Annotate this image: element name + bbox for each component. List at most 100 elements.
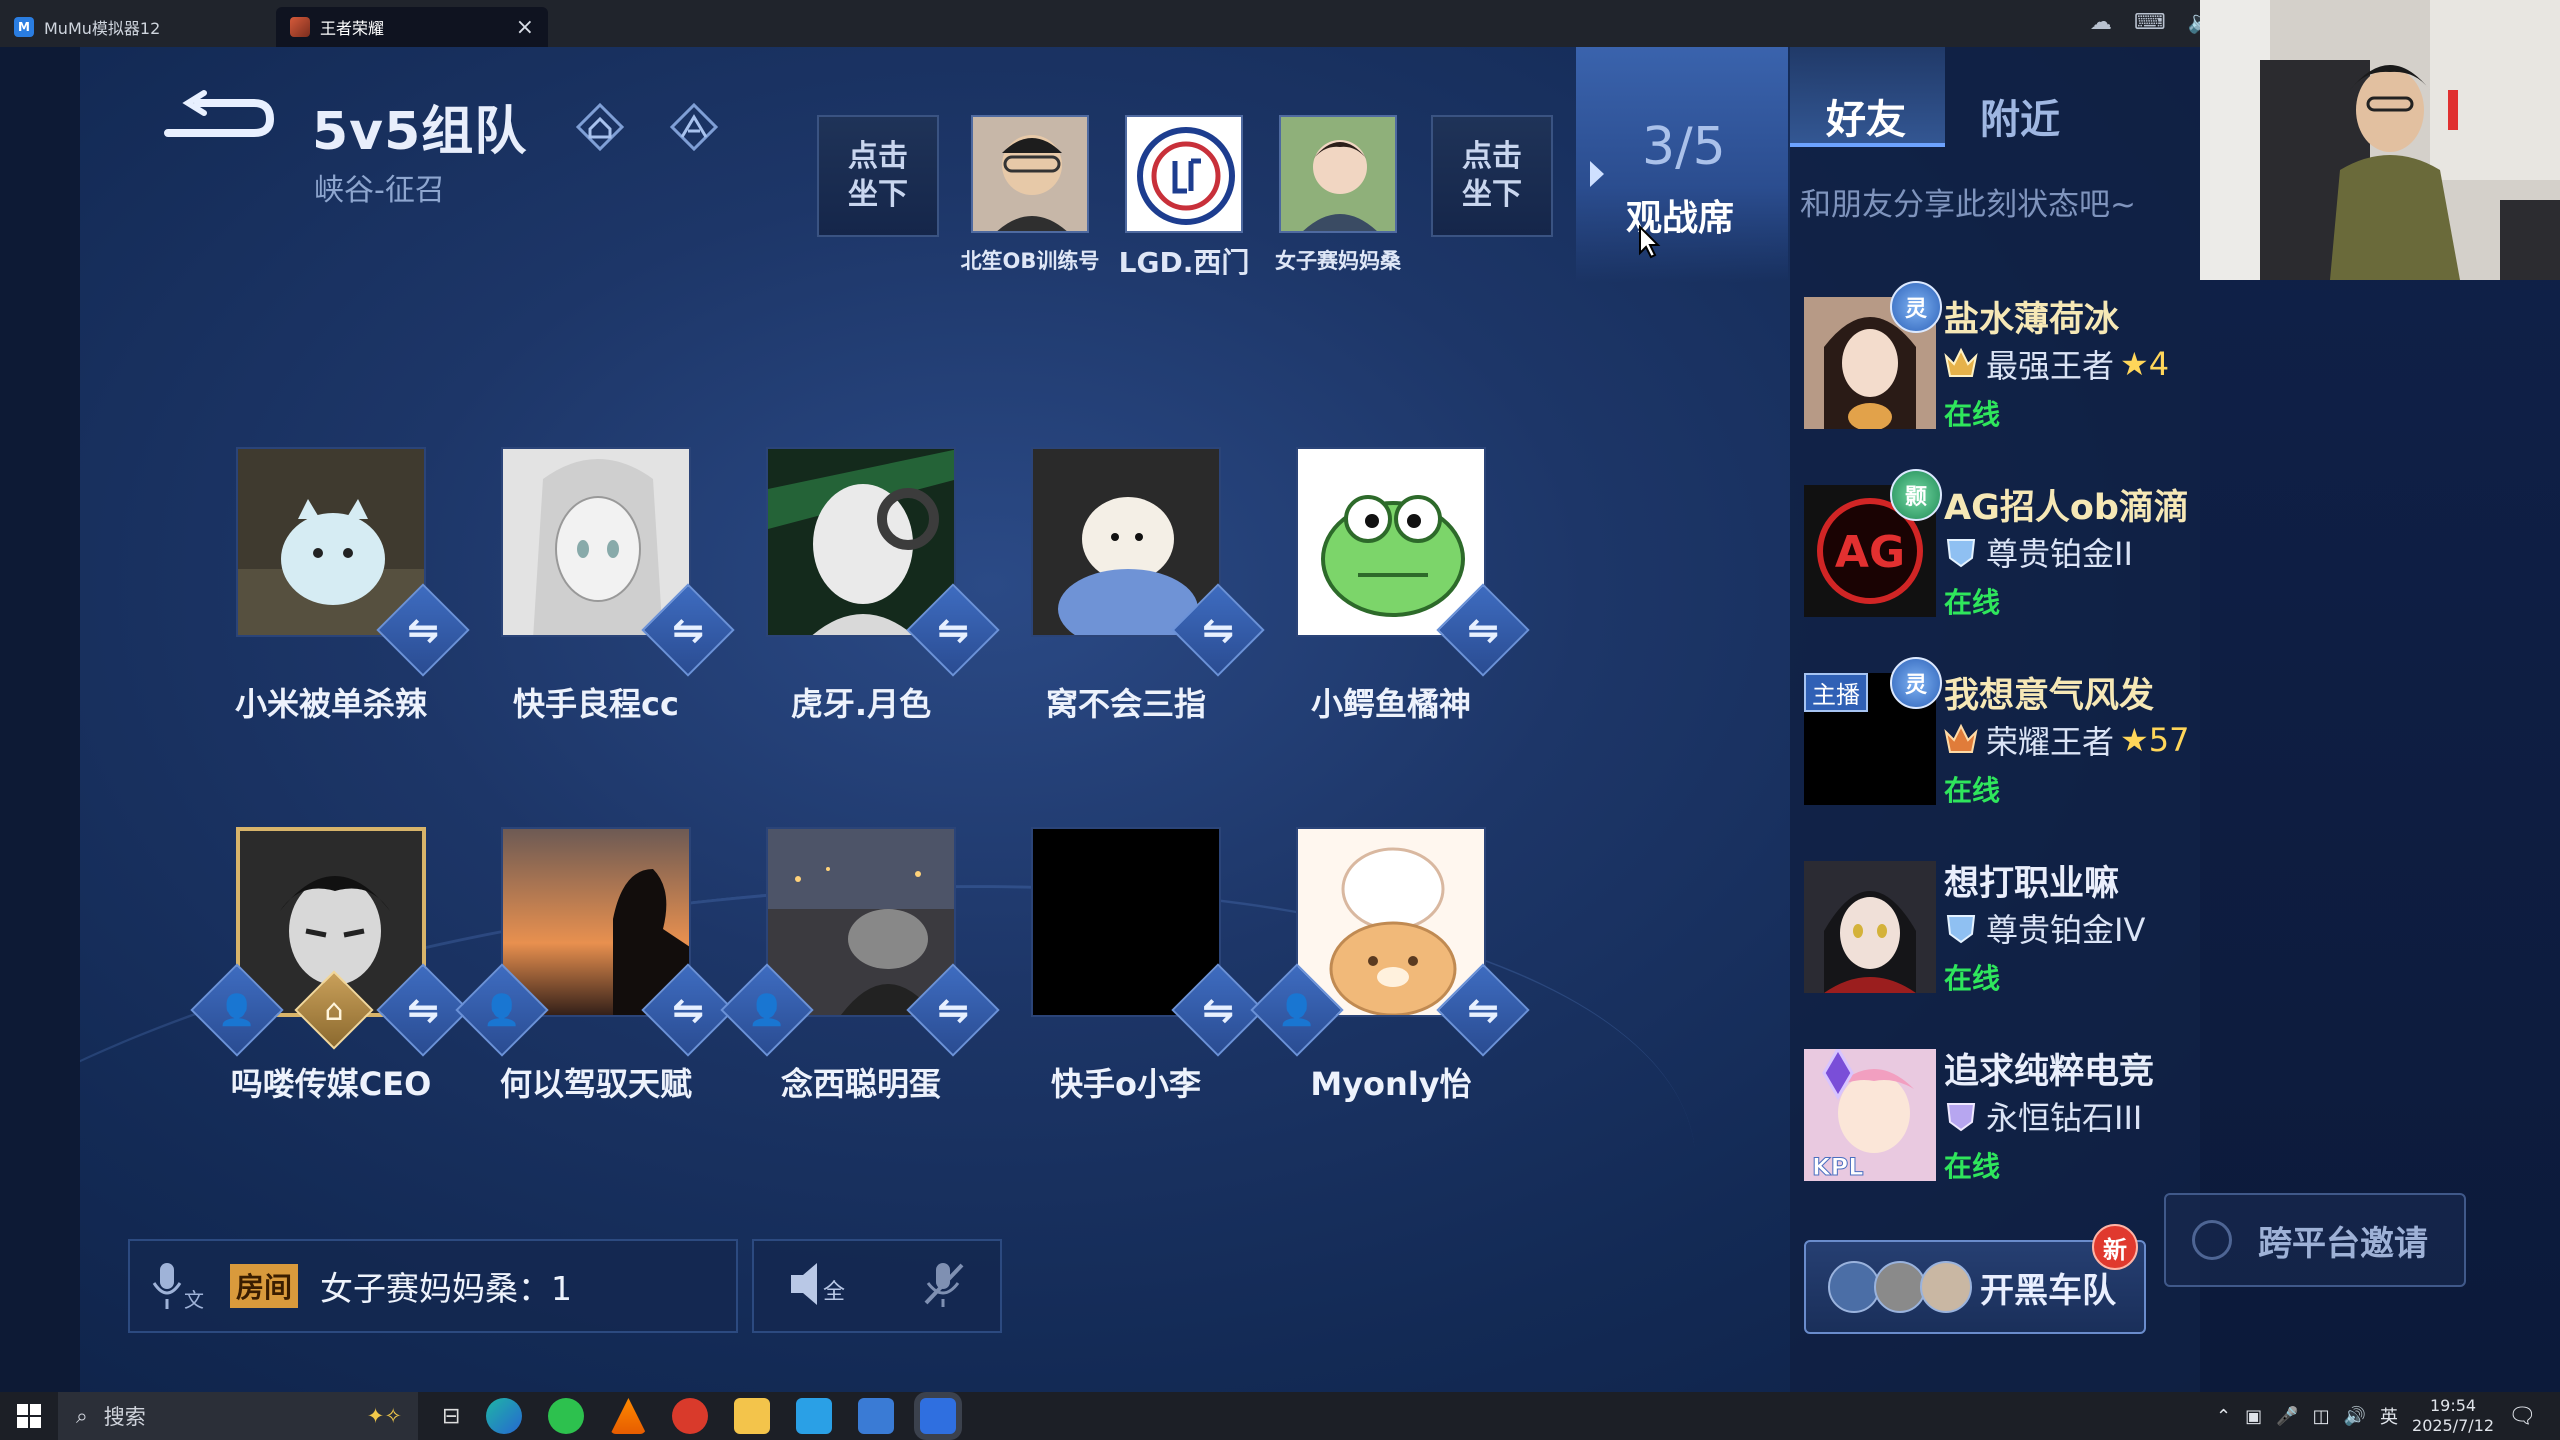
ime-indicator[interactable]: 英 (2380, 1403, 2398, 1429)
online-status: 在线 (1944, 398, 2001, 431)
swap-icon: ⇋ (407, 608, 439, 652)
start-button[interactable] (0, 1404, 58, 1428)
swap-icon: ⇋ (1202, 608, 1234, 652)
speaker-all-icon[interactable]: 全 (787, 1259, 853, 1313)
tab-emulator-label: MuMu模拟器12 (44, 19, 161, 38)
player-name: 女子赛妈妈桑 (1275, 249, 1401, 273)
taskbar-search[interactable]: ⌕ 搜索 ✦✧ (58, 1392, 418, 1440)
player-name: 北笙OB训练号 (960, 249, 1100, 273)
rank-platinum-icon (1946, 539, 1976, 568)
add-friend-icon: 👤 (483, 992, 521, 1028)
notification-icon[interactable]: 🗨 (2508, 1404, 2536, 1429)
new-badge: 新 (2092, 1224, 2138, 1270)
avatar (971, 115, 1089, 233)
team-mode-icon[interactable] (664, 97, 724, 157)
windows-icon (17, 1404, 41, 1428)
vlc-icon[interactable] (610, 1398, 647, 1434)
network-icon[interactable]: ▣ (2245, 1406, 2262, 1427)
page-subtitle: 峡谷-征召 (314, 173, 445, 208)
friend-rank: 尊贵铂金II (1942, 529, 2133, 575)
back-button[interactable] (158, 89, 276, 149)
tab-emulator[interactable]: M MuMu模拟器12 (0, 7, 272, 47)
chevron-up-icon[interactable]: ⌃ (2216, 1406, 2231, 1427)
tab-nearby[interactable]: 附近 (1980, 87, 2060, 145)
keyboard-icon[interactable]: ⌨ (2134, 10, 2166, 35)
titlebar-tools: ☁ ⌨ 🔈 (2090, 10, 2215, 35)
app-red-icon[interactable] (672, 1398, 709, 1434)
room-info: 女子赛妈妈桑：1 (320, 1269, 573, 1308)
tab-game-label: 王者荣耀 (320, 19, 385, 38)
room-tag: 房间 (230, 1264, 299, 1308)
top-slot-1[interactable]: 北笙OB训练号 (961, 115, 1099, 275)
clock[interactable]: 19:54 2025/7/12 (2412, 1396, 2494, 1436)
friend-item[interactable]: 主播 灵 我想意气风发 荣耀王者 ★57 在线 (1804, 657, 2200, 853)
squad-avatar (1920, 1261, 1972, 1313)
speaker-tray-icon[interactable]: 🔊 (2344, 1406, 2366, 1427)
rank-platinum-icon (1946, 915, 1976, 944)
friend-item[interactable]: AG 颢 AG招人ob滴滴 尊贵铂金II 在线 (1804, 469, 2200, 665)
svg-text:全: 全 (823, 1280, 845, 1305)
swap-icon: ⇋ (937, 988, 969, 1032)
cross-platform-invite-button[interactable]: 跨平台邀请 (2164, 1193, 2466, 1287)
top-slot-3[interactable]: 女子赛妈妈桑 (1275, 115, 1401, 275)
squad-button[interactable]: 开黑车队 新 (1804, 1224, 2146, 1334)
friend-item[interactable]: 灵 盐水薄荷冰 最强王者 ★4 在线 (1804, 281, 2200, 477)
rank-label: 最强王者 (1986, 347, 2115, 385)
svg-text:AG: AG (1835, 527, 1905, 578)
cloud-icon[interactable]: ☁ (2090, 10, 2112, 35)
cross-platform-icon (2192, 1220, 2232, 1260)
player-name: 小米被单杀辣 (234, 685, 427, 723)
swap-icon: ⇋ (1202, 988, 1234, 1032)
swap-icon: ⇋ (672, 608, 704, 652)
top-slot-2[interactable]: LGD.西门 (1119, 115, 1249, 281)
task-view-icon[interactable]: ⊟ (442, 1404, 460, 1429)
friend-rank: 尊贵铂金IV (1942, 905, 2145, 951)
rank-glory-king-icon (1944, 723, 1978, 753)
edge-icon[interactable] (486, 1398, 523, 1434)
sit-down-label: 点击 坐下 (848, 139, 908, 212)
player-name: 虎牙.月色 (790, 685, 932, 723)
tab-friends[interactable]: 好友 (1826, 87, 1906, 145)
swap-icon: ⇋ (1467, 608, 1499, 652)
online-status: 在线 (1944, 1150, 2001, 1183)
wifi-icon[interactable]: ◫ (2313, 1406, 2330, 1427)
wechat-icon[interactable] (548, 1398, 585, 1434)
voice-room-bar[interactable]: 文 房间 女子赛妈妈桑：1 (128, 1239, 738, 1333)
player-name: 小鳄鱼橘神 (1310, 685, 1471, 723)
status-share-input[interactable]: 和朋友分享此刻状态吧~ (1800, 179, 2136, 224)
sit-down-button-right[interactable]: 点击 坐下 (1431, 115, 1553, 237)
swap-icon: ⇋ (672, 988, 704, 1032)
online-status: 在线 (1944, 774, 2001, 807)
game-screen: 5v5组队 峡谷-征召 点击 坐下 北笙OB训练号 LGD.西门 女子赛妈妈桑 … (0, 47, 2200, 1392)
friend-item[interactable]: KPL 追求纯粹电竞 永恒钻石III 在线 (1804, 1049, 2200, 1229)
emulator-titlebar: M MuMu模拟器12 王者荣耀 × ☁ ⌨ 🔈 (0, 0, 2560, 47)
sit-down-button-left[interactable]: 点击 坐下 (817, 115, 939, 237)
player-name: 窝不会三指 (1045, 685, 1206, 723)
honor-badge-icon: 灵 (1890, 657, 1942, 709)
clock-date: 2025/7/12 (2412, 1416, 2495, 1435)
spectator-count: 3/5 (1642, 117, 1726, 177)
streamer-tag: 主播 (1804, 673, 1868, 712)
add-friend-icon: 👤 (218, 992, 256, 1028)
player-name: 快手良程cc (513, 685, 679, 723)
app-blue-icon[interactable] (796, 1398, 833, 1434)
clock-time: 19:54 (2429, 1396, 2477, 1415)
voice-to-text-icon[interactable]: 文 (130, 1259, 230, 1313)
cross-platform-label: 跨平台邀请 (2258, 1223, 2428, 1264)
friend-item[interactable]: 想打职业嘛 尊贵铂金IV 在线 (1804, 861, 2200, 1041)
mic-tray-icon[interactable]: 🎤 (2276, 1406, 2298, 1427)
tab-game[interactable]: 王者荣耀 × (276, 7, 548, 47)
squad-label: 开黑车队 (1980, 1270, 2116, 1311)
app-owl-icon[interactable] (734, 1398, 771, 1434)
online-status: 在线 (1944, 962, 2001, 995)
home-mode-icon[interactable] (570, 97, 630, 157)
page-title: 5v5组队 (312, 102, 528, 162)
mumu-taskbar-icon[interactable] (920, 1398, 957, 1434)
app-photo-icon[interactable] (858, 1398, 895, 1434)
friend-rank: 最强王者 ★4 (1942, 341, 2169, 387)
mic-muted-icon[interactable] (918, 1259, 968, 1313)
close-tab-icon[interactable]: × (516, 15, 534, 40)
spectator-seats-button[interactable]: 3/5 观战席 (1576, 47, 1788, 282)
friend-rank: 荣耀王者 ★57 (1942, 717, 2189, 763)
squad-avatar (1828, 1261, 1880, 1313)
